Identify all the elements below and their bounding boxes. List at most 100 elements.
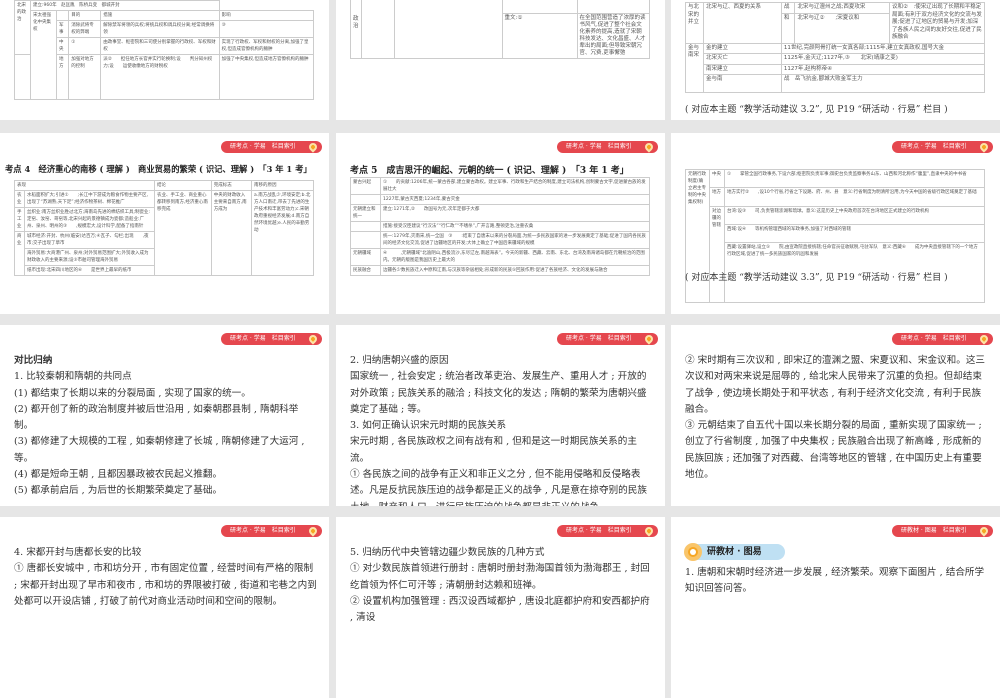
slide-thumbnail[interactable]: 研教材 · 图易 栏目索引 研教材 · 图易 1. 唐朝和宋朝时经济进一步发展 …: [671, 517, 1000, 698]
column-index-badge[interactable]: 研考点 · 学易 栏目索引: [221, 333, 322, 345]
location-pin-icon: [307, 525, 319, 537]
cell: 北宋灭亡: [703, 53, 782, 65]
paragraph: ① 唐都长安城中 , 市和坊分开 , 市有固定位置 , 经营时间有严格的限制 ;…: [14, 563, 317, 607]
cell: 边疆各少数民族迁入中原和江南,与汉族等杂居相处;形成新的民族⑤回族作用:促进了各…: [380, 265, 650, 276]
cell: 地方实行② ,设10个行省,行省之下设路、府、州、县 意义:行省制度为明清所沿用…: [724, 187, 985, 207]
cell: 北宋与辽澶州之战;西夏攻宋: [794, 2, 890, 14]
location-pin-icon: [643, 141, 655, 153]
column-index-badge[interactable]: 研考点 · 学易 栏目索引: [221, 525, 322, 537]
paragraph: 4. 宋都开封与唐都长安的比较: [14, 547, 142, 558]
paragraph: 3. 如何正确认识宋元时期的民族关系: [350, 420, 507, 432]
column-index-badge[interactable]: 研考点 · 学易 栏目索引: [557, 333, 658, 345]
cell: 派② 担任地方长官并实行轮换制;设 判分知州权力;设 运使收缴地方的财税权: [100, 54, 220, 100]
cell: 政治: [350, 0, 362, 59]
cell: 北宋与辽② ;宋夏议和: [794, 12, 890, 44]
slide-thumbnail[interactable]: 研考点 · 学易 栏目索引 5. 归纳历代中央管辖边疆少数民族的几种方式 ① 对…: [336, 517, 665, 698]
location-pin-icon: [643, 333, 655, 345]
slide-body: 对比归纳 1. 比较秦朝和隋朝的共同点 (1) 都结束了长期以来的分裂局面 , …: [14, 353, 317, 500]
cell: 北宋与辽、西夏的关系: [703, 2, 782, 44]
badge-label: 研考点 · 学易 栏目索引: [230, 335, 296, 342]
table: 表现 结论 完成标志 南移的原因 农业 水稻面积扩大;引进① ;长江中下游成为粮食作物主…: [14, 180, 314, 276]
badge-label: 研考点 · 学易 栏目索引: [566, 527, 632, 534]
slide-body: ② 宋时期有三次议和 , 即宋辽的澶渊之盟、宋夏议和、宋金议和。这三次议和对两宋…: [685, 353, 988, 483]
location-pin-icon: [307, 141, 319, 153]
column-index-badge[interactable]: 研考点 · 学易 栏目索引: [892, 333, 993, 345]
cell: 农业、手工业、商业重心都转移到南方,经济重心南移完成: [154, 190, 212, 276]
paragraph: (5) 都承前启后 , 为后世的长期繁荣奠定了基础。: [14, 485, 223, 497]
cell: 在全国范围营造了浓厚的读书风气,促进了整个社会文化素养的提高,造就了宋朝科技发达…: [576, 13, 651, 59]
cell: ③: [218, 20, 315, 38]
cell: 战 岳飞抗金,郾城大败金军主力: [780, 74, 986, 93]
badge-label: 研考点 · 学易 栏目索引: [566, 335, 632, 342]
activity-note: ( 对应本主题 “教学活动建议 3.3”, 见 P19 “研活动 · 行易” 栏…: [685, 273, 948, 283]
table: 蒙古兴起 ① 的贡献:1206年,统一蒙古各部,建立蒙古政权。建立军事、行政和生产…: [350, 177, 650, 276]
cell: 金的建立: [703, 42, 782, 54]
cell: 与北宋的并立: [685, 2, 704, 44]
cell: 影响: [218, 10, 315, 21]
paragraph: 宋元时期 , 各民族政权之间有战有和 , 但和是这一时期民族关系的主流。: [350, 436, 637, 464]
paragraph: ② 设置机构加强管理 : 西汉设西域都护 , 唐设北庭都护府和安西都护府 , 清…: [350, 595, 650, 624]
section-heading: 研教材 · 图易: [684, 543, 785, 561]
slide-thumbnail[interactable]: 研考点 · 学易 栏目索引 考点 4 经济重心的南移 ( 理解 ) 商业贸易的繁…: [0, 133, 329, 314]
cell: 中央: [709, 168, 725, 189]
badge-label: 研考点 · 学易 栏目索引: [566, 143, 632, 150]
column-index-badge[interactable]: 研考点 · 学易 栏目索引: [557, 525, 658, 537]
column-index-badge[interactable]: 研教材 · 图易 栏目索引: [892, 525, 993, 537]
cell: 1227年,蒙古灭西夏;1234年,蒙古灭金: [380, 194, 650, 205]
paragraph: (3) 都修建了大规模的工程 , 如秦朝修建了长城 , 隋朝修建了大运河 , 等…: [14, 436, 305, 464]
slide-thumbnail[interactable]: 与北宋的并立 北宋与辽、西夏的关系战北宋与辽澶州之战;西夏攻宋 议和② :使宋辽出现…: [671, 0, 1000, 120]
cell: 消除武将专权的弊端: [68, 20, 102, 38]
slide-body: 5. 归纳历代中央管辖边疆少数民族的几种方式 ① 对少数民族首领进行册封 : 唐…: [350, 545, 653, 626]
cell: 地方: [55, 54, 70, 100]
cell: 实现了行政权、军权和财权的分离,加强了皇权,但造成官僚机构的臃肿: [218, 37, 315, 55]
cell: 水稻面积扩大;引进① ;长江中下游成为粮食作物主要产区,出现了“苏湖熟,天下足”…: [24, 190, 155, 208]
slide-thumbnail[interactable]: 研考点 · 学易 栏目索引 元朝行政制度(确立君主专制的中央集权制) 中央 ① 掌管…: [671, 133, 1000, 314]
table: 北宋的政治 建立:960年 赵匡胤 陈桥兵变 都城开封 宋太祖强化中央集权 目的 措施…: [14, 0, 315, 100]
slide-body: 1. 唐朝和宋朝时经济进一步发展 , 经济繁荣。观察下面图片 , 结合所学知识回…: [685, 565, 988, 598]
location-pin-icon: [307, 333, 319, 345]
cell: 战: [780, 2, 796, 14]
cell: 建立:960年 赵匡胤 陈桥兵变 都城开封: [30, 0, 220, 11]
paragraph: ② 宋时期有三次议和 , 即宋辽的澶渊之盟、宋夏议和、宋金议和。这三次议和对两宋…: [685, 355, 986, 415]
slide-thumbnail[interactable]: 研考点 · 学易 栏目索引 对比归纳 1. 比较秦朝和隋朝的共同点 (1) 都结…: [0, 325, 329, 506]
column-index-badge[interactable]: 研考点 · 学易 栏目索引: [557, 141, 658, 153]
section-title: 考点 4 经济重心的南移 ( 理解 ) 商业贸易的繁荣 ( 识记、理解 ) 「3…: [5, 164, 312, 174]
location-pin-icon: [978, 525, 990, 537]
slide-thumbnail[interactable]: 研考点 · 学易 栏目索引 ② 宋时期有三次议和 , 即宋辽的澶渊之盟、宋夏议和…: [671, 325, 1000, 506]
cell: [55, 10, 70, 21]
table: 政治 重文:① 在全国范围营造了浓厚的读书风气,促进了整个社会文化素养的提高,造就…: [350, 0, 651, 59]
column-index-badge[interactable]: 研考点 · 学易 栏目索引: [221, 141, 322, 153]
activity-note: ( 对应本主题 “教学活动建议 3.2”, 见 P19 “研活动 · 行易” 栏…: [685, 105, 948, 115]
slide-thumbnail[interactable]: 研考点 · 学易 栏目索引 考点 5 成吉思汗的崛起、元朝的统一 ( 识记、理解…: [336, 133, 665, 314]
cell: 统一:1279年,灭南宋,统一全国 ③ :结束了自唐末以来的分裂局面,为统一多民…: [380, 231, 650, 249]
cell: 建立:1271年,② 改国号为元,次年定都于大都: [380, 204, 650, 222]
cell: 宋太祖强化中央集权: [30, 10, 57, 100]
cell: 商业: [14, 231, 25, 276]
cell: 南宋建立: [703, 63, 782, 75]
badge-label: 研考点 · 学易 栏目索引: [230, 527, 296, 534]
cell: 蒙古兴起: [350, 177, 381, 195]
slide-thumbnail[interactable]: 北宋的政治 建立:960年 赵匡胤 陈桥兵变 都城开封 宋太祖强化中央集权 目的 措施…: [0, 0, 329, 120]
slide-thumbnail[interactable]: 研考点 · 学易 栏目索引 4. 宋都开封与唐都长安的比较 ① 唐都长安城中 ,…: [0, 517, 329, 698]
cell: 措施: [100, 10, 220, 21]
column-index-badge[interactable]: 研考点 · 学易 栏目索引: [892, 141, 993, 153]
section-title: 考点 5 成吉思汗的崛起、元朝的统一 ( 识记、理解 ) 「3 年 1 考」: [350, 166, 629, 176]
cell: a.南方战乱少,环境安定;b.北方人口南迁,带去了先进的生产技术和丰富劳动力;c…: [251, 190, 314, 276]
location-pin-icon: [643, 525, 655, 537]
cell: 金与南: [703, 74, 782, 93]
cell: 加强了中央集权,但造成地方官僚机构的臃肿: [218, 54, 315, 100]
cell: 目的: [68, 10, 102, 21]
cell: 由政事堂、枢密院和三司使分别掌握的行政权、军权和财权: [100, 37, 220, 55]
cell: 手工业: [14, 207, 25, 232]
heading: 对比归纳: [14, 355, 53, 366]
cell: 加强对地方的控制: [68, 54, 102, 100]
slide-thumbnail[interactable]: 研考点 · 学易 栏目索引 2. 归纳唐朝兴盛的原因 国家统一 , 社会安定 ;…: [336, 325, 665, 506]
section-label: 研教材 · 图易: [707, 547, 762, 557]
cell: 元朝建立和统一: [350, 204, 381, 222]
slide-thumbnail[interactable]: 政治 重文:① 在全国范围营造了浓厚的读书风气,促进了整个社会文化素养的提高,造就…: [336, 0, 665, 120]
paragraph: 2. 归纳唐朝兴盛的原因: [350, 355, 449, 366]
cell: 表现: [14, 180, 155, 191]
paragraph: 国家统一 , 社会安定 ; 统治者改革吏治、发展生产、重用人才 ; 开放的对外政…: [350, 371, 647, 415]
cell: 丝织业:南方丝织业胜过北方;海南岛先进的棉纺织工具;制瓷业:定窑、汝窑、哥窑等,…: [24, 207, 155, 232]
badge-label: 研教材 · 图易 栏目索引: [901, 527, 967, 534]
